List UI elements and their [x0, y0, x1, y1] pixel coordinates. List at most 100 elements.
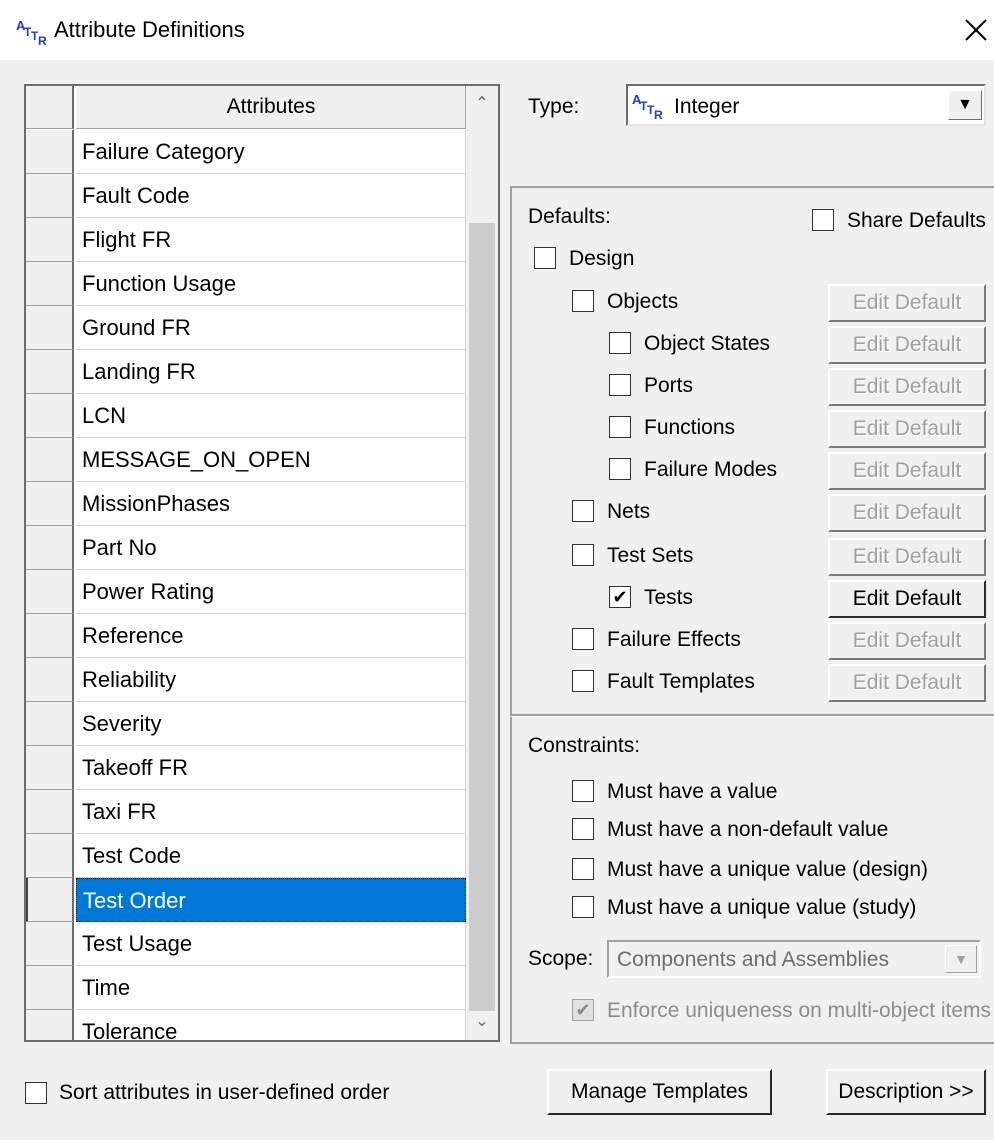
scroll-up-icon[interactable]: ⌃: [466, 86, 498, 122]
row-selector-cell[interactable]: [26, 174, 74, 218]
edit-default-button[interactable]: Edit Default: [828, 368, 986, 406]
type-select[interactable]: A T T R Integer ▼: [626, 84, 986, 126]
attribute-name-cell[interactable]: Reference: [76, 614, 466, 658]
attributes-column-header[interactable]: Attributes: [76, 86, 466, 129]
table-row[interactable]: MissionPhases: [26, 482, 466, 526]
row-selector-cell[interactable]: [26, 350, 74, 394]
default-checkbox[interactable]: [572, 500, 594, 522]
row-selector-cell[interactable]: [26, 922, 74, 966]
table-row[interactable]: Landing FR: [26, 350, 466, 394]
attribute-name-cell[interactable]: LCN: [76, 394, 466, 438]
row-selector-cell[interactable]: [26, 526, 74, 570]
row-selector-cell[interactable]: [26, 746, 74, 790]
attribute-name-cell[interactable]: Tolerance: [76, 1010, 466, 1040]
table-row[interactable]: Takeoff FR: [26, 746, 466, 790]
row-selector-cell[interactable]: [26, 262, 74, 306]
edit-default-button[interactable]: Edit Default: [828, 410, 986, 448]
chevron-down-icon[interactable]: ▼: [948, 90, 982, 120]
constraint-checkbox[interactable]: [572, 858, 594, 880]
sort-attributes-checkbox[interactable]: [25, 1082, 47, 1104]
attribute-name-cell[interactable]: Power Rating: [76, 570, 466, 614]
attribute-name-cell[interactable]: Landing FR: [76, 350, 466, 394]
design-checkbox[interactable]: [534, 247, 556, 269]
table-row[interactable]: Power Rating: [26, 570, 466, 614]
attribute-name-cell[interactable]: Part No: [76, 526, 466, 570]
close-icon[interactable]: [954, 10, 994, 50]
attribute-name-cell[interactable]: Test Order: [76, 878, 466, 922]
attribute-name-cell[interactable]: Test Usage: [76, 922, 466, 966]
row-selector-cell[interactable]: [26, 570, 74, 614]
scope-select[interactable]: Components and Assemblies ▼: [607, 940, 981, 978]
enforce-uniqueness-checkbox[interactable]: ✔: [572, 999, 594, 1021]
row-selector-cell[interactable]: [26, 878, 74, 922]
table-row[interactable]: Test Code: [26, 834, 466, 878]
default-checkbox[interactable]: [572, 670, 594, 692]
table-row[interactable]: Function Usage: [26, 262, 466, 306]
constraint-checkbox[interactable]: [572, 780, 594, 802]
table-row[interactable]: Tolerance: [26, 1010, 466, 1040]
default-checkbox[interactable]: [572, 628, 594, 650]
row-selector-cell[interactable]: [26, 1010, 74, 1040]
table-row[interactable]: LCN: [26, 394, 466, 438]
default-checkbox[interactable]: ✔: [609, 586, 631, 608]
share-defaults-checkbox[interactable]: [812, 209, 834, 231]
row-selector-cell[interactable]: [26, 438, 74, 482]
row-selector-cell[interactable]: [26, 658, 74, 702]
edit-default-button[interactable]: Edit Default: [828, 580, 986, 618]
row-selector-cell[interactable]: [26, 790, 74, 834]
attribute-name-cell[interactable]: Flight FR: [76, 218, 466, 262]
edit-default-button[interactable]: Edit Default: [828, 452, 986, 490]
default-checkbox[interactable]: [609, 458, 631, 480]
manage-templates-button[interactable]: Manage Templates: [547, 1069, 772, 1115]
table-row[interactable]: Flight FR: [26, 218, 466, 262]
attribute-name-cell[interactable]: MESSAGE_ON_OPEN: [76, 438, 466, 482]
attribute-name-cell[interactable]: Takeoff FR: [76, 746, 466, 790]
edit-default-button[interactable]: Edit Default: [828, 664, 986, 702]
table-row[interactable]: Severity: [26, 702, 466, 746]
scroll-down-icon[interactable]: ⌄: [466, 1004, 498, 1040]
grid-corner-cell[interactable]: [26, 86, 74, 129]
edit-default-button[interactable]: Edit Default: [828, 284, 986, 322]
row-selector-cell[interactable]: [26, 702, 74, 746]
default-checkbox[interactable]: [609, 374, 631, 396]
row-selector-cell[interactable]: [26, 482, 74, 526]
default-checkbox[interactable]: [609, 416, 631, 438]
row-selector-cell[interactable]: [26, 306, 74, 350]
row-selector-cell[interactable]: [26, 130, 74, 174]
attribute-name-cell[interactable]: Reliability: [76, 658, 466, 702]
description-button[interactable]: Description >>: [826, 1069, 986, 1115]
attribute-name-cell[interactable]: Test Code: [76, 834, 466, 878]
grid-scrollbar[interactable]: ⌃ ⌄: [466, 86, 498, 1040]
table-row[interactable]: Part No: [26, 526, 466, 570]
constraint-checkbox[interactable]: [572, 896, 594, 918]
row-selector-cell[interactable]: [26, 834, 74, 878]
table-row[interactable]: MESSAGE_ON_OPEN: [26, 438, 466, 482]
chevron-down-icon[interactable]: ▼: [945, 945, 977, 973]
attribute-name-cell[interactable]: Failure Category: [76, 130, 466, 174]
attribute-name-cell[interactable]: Taxi FR: [76, 790, 466, 834]
constraint-checkbox[interactable]: [572, 818, 594, 840]
attributes-grid[interactable]: Attributes Failure Category Fault Code Fli…: [24, 84, 500, 1042]
row-selector-cell[interactable]: [26, 614, 74, 658]
default-checkbox[interactable]: [572, 290, 594, 312]
table-row[interactable]: Taxi FR: [26, 790, 466, 834]
edit-default-button[interactable]: Edit Default: [828, 494, 986, 532]
attribute-name-cell[interactable]: Fault Code: [76, 174, 466, 218]
attribute-name-cell[interactable]: Function Usage: [76, 262, 466, 306]
row-selector-cell[interactable]: [26, 394, 74, 438]
row-selector-cell[interactable]: [26, 218, 74, 262]
attribute-name-cell[interactable]: Time: [76, 966, 466, 1010]
edit-default-button[interactable]: Edit Default: [828, 622, 986, 660]
table-row[interactable]: Reliability: [26, 658, 466, 702]
table-row[interactable]: Fault Code: [26, 174, 466, 218]
row-selector-cell[interactable]: [26, 966, 74, 1010]
scroll-thumb[interactable]: [469, 223, 495, 1011]
attribute-name-cell[interactable]: Ground FR: [76, 306, 466, 350]
attribute-name-cell[interactable]: Severity: [76, 702, 466, 746]
table-row[interactable]: Ground FR: [26, 306, 466, 350]
table-row[interactable]: Test Usage: [26, 922, 466, 966]
default-checkbox[interactable]: [572, 544, 594, 566]
table-row[interactable]: Time: [26, 966, 466, 1010]
table-row[interactable]: Reference: [26, 614, 466, 658]
edit-default-button[interactable]: Edit Default: [828, 326, 986, 364]
